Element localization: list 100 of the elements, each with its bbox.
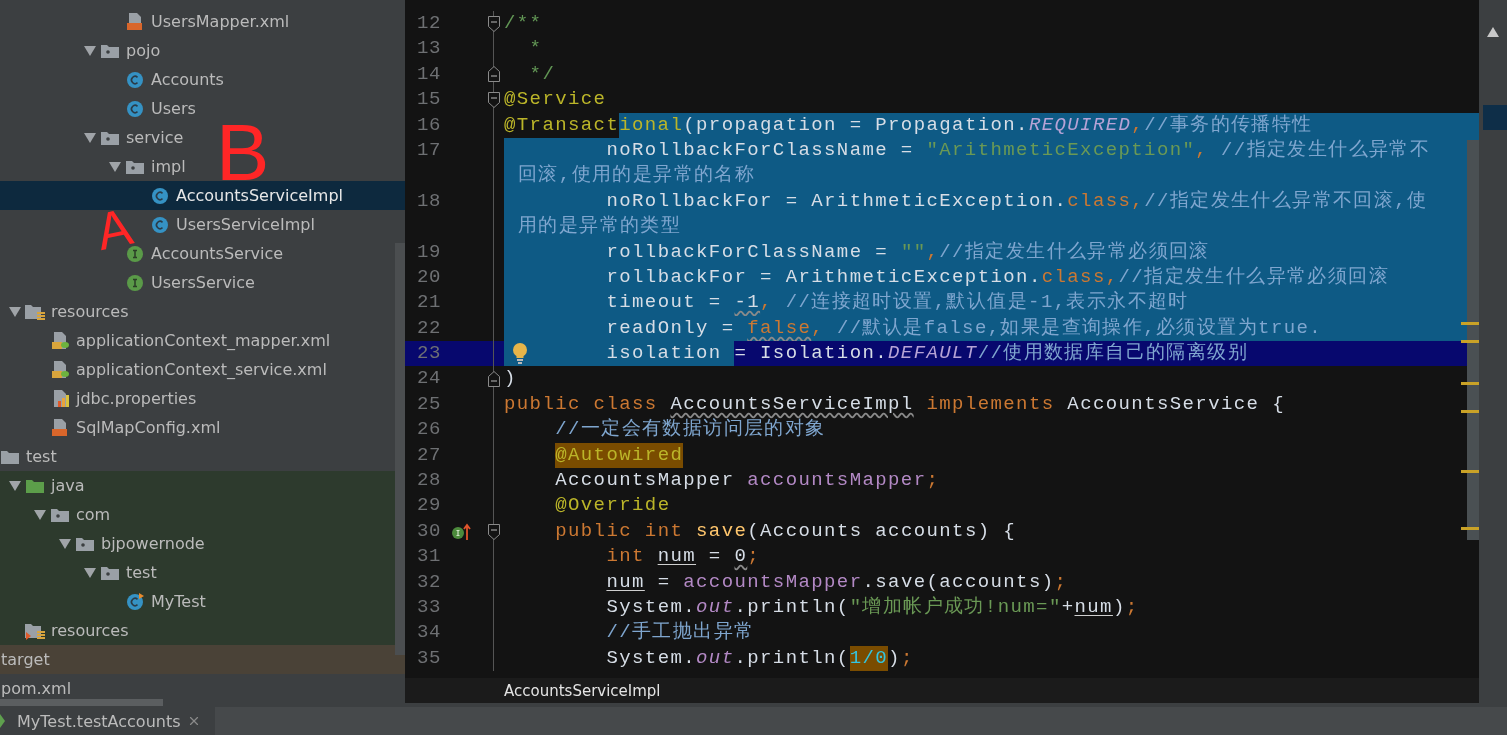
expand-arrow-icon[interactable]: [84, 44, 96, 57]
tree-item[interactable]: UsersMapper.xml: [125, 11, 290, 32]
line-number: 24: [416, 366, 441, 392]
class-icon: [151, 186, 169, 205]
tree-item[interactable]: bjpowernode: [55, 533, 205, 554]
fold-marker-icon[interactable]: [488, 371, 500, 388]
fold-marker-icon[interactable]: [488, 66, 500, 83]
code-line: /**: [504, 11, 544, 36]
scrollbar[interactable]: [0, 699, 163, 706]
tree-item[interactable]: pom.xml: [0, 678, 72, 699]
item-label: applicationContext_service.xml: [76, 360, 327, 379]
line-number: 19: [416, 239, 441, 265]
line-number: 21: [416, 290, 441, 316]
item-label: resources: [51, 621, 129, 640]
tree-item[interactable]: com: [30, 504, 111, 525]
code-line: isolation = Isolation.DEFAULT//使用数据库自己的隔离级别: [504, 341, 1249, 367]
scroll-up-icon[interactable]: [1487, 27, 1499, 37]
tree-item[interactable]: resources: [5, 301, 129, 322]
code-line: @Service: [504, 87, 608, 113]
play-icon: [0, 714, 5, 728]
item-label: applicationContext_mapper.xml: [76, 331, 331, 350]
scrollbar[interactable]: [395, 243, 405, 655]
tree-item[interactable]: applicationContext_service.xml: [50, 359, 327, 380]
tree-item[interactable]: test: [0, 446, 57, 467]
line-number: 16: [416, 112, 441, 138]
line-number: 13: [416, 36, 441, 62]
tree-item[interactable]: resources: [25, 620, 129, 641]
tree-item[interactable]: applicationContext_mapper.xml: [50, 330, 331, 351]
tree-item[interactable]: service: [80, 127, 184, 148]
code-line: */: [528, 61, 557, 87]
fold-marker-icon[interactable]: [488, 523, 500, 540]
code-line: System.out.println("增加帐户成功!num="+num);: [605, 595, 1139, 620]
tree-item[interactable]: jdbc.properties: [50, 388, 197, 409]
package-folder-icon: [51, 507, 69, 522]
item-label: Accounts: [151, 70, 224, 89]
tree-item[interactable]: java: [5, 475, 85, 496]
fold-marker-icon[interactable]: [488, 91, 500, 108]
line-number: 29: [416, 493, 441, 519]
package-folder-icon: [101, 565, 119, 580]
tree-item[interactable]: impl: [105, 156, 186, 177]
item-label: com: [76, 505, 111, 524]
line-number: 30: [416, 518, 441, 544]
code-line: @Transact ional(propagation = Propagation.REQUIRED,//事务的传播特性: [504, 112, 1313, 138]
expand-arrow-icon[interactable]: [9, 305, 21, 318]
item-label: service: [126, 128, 184, 147]
class-icon: [151, 215, 169, 234]
expand-arrow-icon[interactable]: [109, 160, 121, 173]
implements-marker-icon[interactable]: [451, 522, 473, 541]
tree-item[interactable]: Users: [125, 98, 196, 119]
expand-arrow-icon[interactable]: [84, 566, 96, 579]
class-icon: [126, 70, 144, 89]
code-line: public int save(Accounts accounts) {: [554, 518, 1017, 544]
item-label: UsersMapper.xml: [151, 12, 290, 31]
package-folder-icon: [76, 536, 94, 551]
expand-arrow-icon[interactable]: [9, 479, 21, 492]
expand-arrow-icon[interactable]: [84, 131, 96, 144]
code-line: *: [528, 36, 544, 62]
code-line: //手工抛出异常: [605, 620, 756, 646]
line-number: 17: [416, 137, 441, 163]
code-line: @Autowired: [504, 442, 992, 469]
tree-item[interactable]: SqlMapConfig.xml: [50, 417, 221, 438]
item-label: AccountsService: [151, 244, 284, 263]
class-icon: [126, 99, 144, 118]
tree-item[interactable]: MyTest: [125, 591, 206, 612]
breadcrumb[interactable]: AccountsServiceImpl: [504, 681, 661, 700]
line-number: 18: [416, 188, 441, 214]
fold-marker-icon[interactable]: [488, 15, 500, 32]
line-number: 31: [416, 544, 441, 570]
item-label: resources: [51, 302, 129, 321]
line-number: 33: [416, 595, 441, 620]
tree-item[interactable]: test: [80, 562, 157, 583]
tree-item[interactable]: UsersServiceImpl: [150, 214, 315, 235]
tree-item[interactable]: UsersService: [125, 272, 255, 293]
run-tab[interactable]: MyTest.testAccounts: [0, 707, 215, 735]
expand-arrow-icon[interactable]: [59, 537, 71, 550]
line-number: 25: [416, 391, 441, 417]
code-line: public class AccountsServiceImpl implements AccountsService {: [504, 391, 1285, 417]
line-number: 23: [416, 341, 441, 367]
tree-item[interactable]: Accounts: [125, 69, 224, 90]
item-label: MyTest: [151, 592, 206, 611]
interface-icon: [126, 273, 144, 292]
item-label: jdbc.properties: [76, 389, 197, 408]
line-number: 34: [416, 620, 441, 646]
tree-item[interactable]: target: [0, 649, 50, 670]
expand-arrow-icon[interactable]: [34, 508, 46, 521]
folder-icon: [1, 449, 19, 464]
item-label: UsersServiceImpl: [176, 215, 315, 234]
xml-file-icon: [125, 11, 145, 32]
line-number: 27: [416, 442, 441, 468]
resources-folder-icon: [25, 621, 45, 640]
item-label: test: [26, 447, 57, 466]
package-folder-icon: [126, 159, 144, 174]
item-label: bjpowernode: [101, 534, 205, 553]
lightbulb-icon[interactable]: [512, 343, 528, 365]
item-label: impl: [151, 157, 186, 176]
scrollbar[interactable]: [1467, 140, 1479, 540]
package-folder-icon: [101, 130, 119, 145]
item-label: SqlMapConfig.xml: [76, 418, 221, 437]
source-folder-icon: [26, 478, 44, 493]
tree-item[interactable]: pojo: [80, 40, 161, 61]
